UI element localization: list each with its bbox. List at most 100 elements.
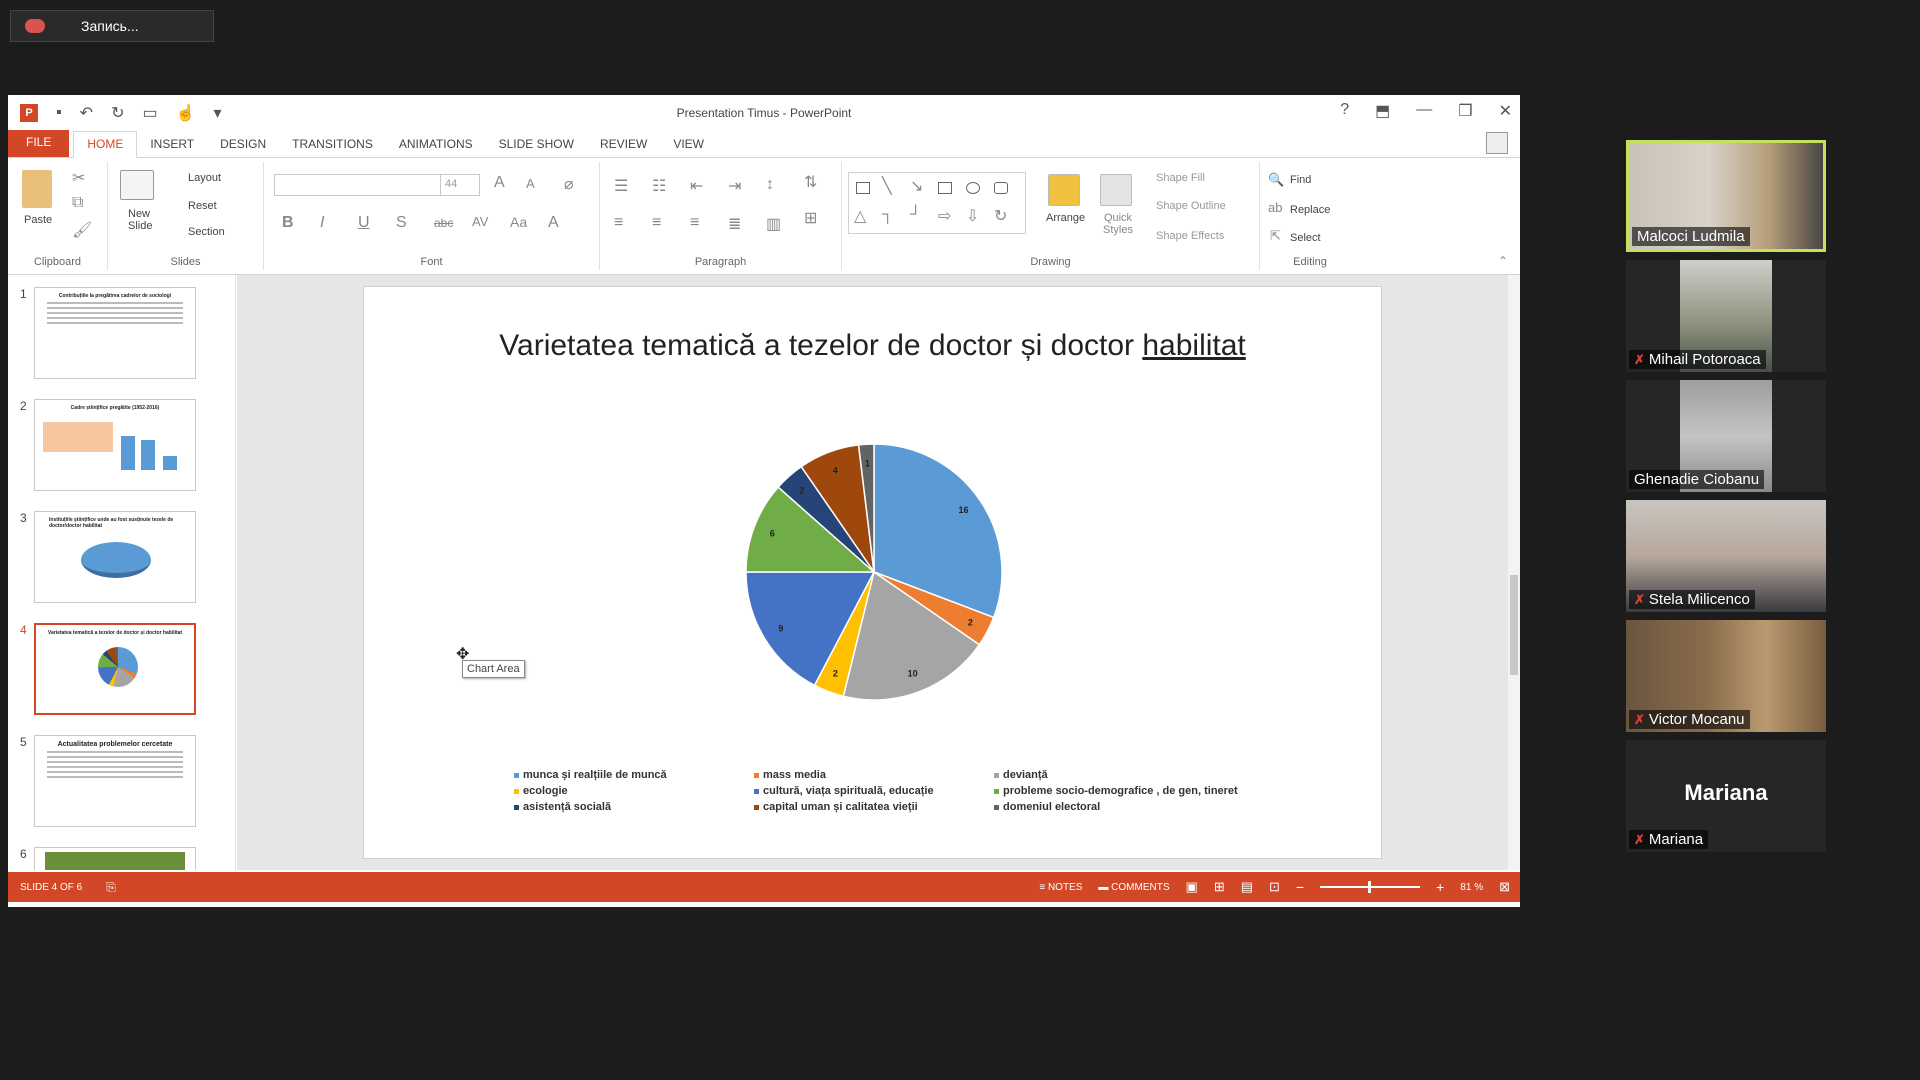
tab-transitions[interactable]: TRANSITIONS [279,137,386,157]
tab-review[interactable]: REVIEW [587,137,660,157]
arrange-button[interactable]: Arrange [1046,212,1085,224]
slide-thumbnail-6[interactable] [34,847,196,870]
participant-tile[interactable]: ✗ Mihail Potoroaca [1626,260,1826,372]
reset-button[interactable]: Reset [188,200,217,212]
paste-icon[interactable] [22,170,52,208]
account-icon[interactable] [1486,132,1508,154]
slide-thumbnail-3[interactable]: Instituțiile științifice unde au fost su… [34,511,196,603]
shrink-font-icon[interactable]: A [526,176,535,191]
new-slide-icon[interactable] [120,170,154,200]
collapse-ribbon-icon[interactable]: ⌃ [1498,254,1508,268]
replace-button[interactable]: Replace [1290,204,1330,216]
zoom-in-icon[interactable]: + [1436,879,1444,895]
legend-item[interactable]: munca și realțiile de muncă [514,769,754,781]
reading-view-icon[interactable]: ▤ [1241,879,1253,895]
slide-thumbnail-2[interactable]: Cadre științifice pregătite (1952-2016) [34,399,196,491]
new-slide-button[interactable]: New Slide [128,208,168,232]
elbow-connector-icon[interactable]: ┐ [882,206,893,224]
shape-fill-button[interactable]: Shape Fill [1156,172,1205,184]
line-spacing-icon[interactable]: ↕ [766,176,774,194]
text-direction-icon[interactable]: ⇅ [804,172,817,192]
slide-thumbnail-5[interactable]: Actualitatea problemelor cercetate [34,735,196,827]
fit-slide-icon[interactable]: ⊠ [1499,879,1510,895]
right-arrow-shape-icon[interactable]: ⇨ [938,206,951,226]
tab-view[interactable]: VIEW [660,137,717,157]
cut-icon[interactable]: ✂ [72,168,85,188]
elbow-arrow-icon[interactable]: ┘ [910,206,921,224]
ribbon-display-icon[interactable]: ⬒ [1375,101,1390,121]
text-shadow-icon[interactable]: S [396,214,407,232]
pie-chart[interactable]: 16 2 10 2 9 6 2 4 1 [714,412,1034,732]
decrease-indent-icon[interactable]: ⇤ [690,176,703,196]
font-name-field[interactable] [274,174,442,196]
recording-indicator[interactable]: Запись... [10,10,214,42]
align-left-icon[interactable]: ≡ [614,214,623,232]
arrange-icon[interactable] [1048,174,1080,206]
slide-canvas[interactable]: Varietatea tematică a tezelor de doctor … [363,286,1382,859]
tab-insert[interactable]: INSERT [137,137,207,157]
legend-item[interactable]: probleme socio-demografice , de gen, tin… [994,785,1294,797]
normal-view-icon[interactable]: ▣ [1186,879,1198,895]
slide-show-icon[interactable]: ⊡ [1269,879,1280,895]
zoom-out-icon[interactable]: − [1296,879,1304,895]
legend-item[interactable]: ecologie [514,785,754,797]
vertical-scrollbar[interactable] [1508,275,1520,870]
line-shape-icon[interactable]: ╲ [882,176,892,196]
quick-styles-icon[interactable] [1100,174,1132,206]
slide-title[interactable]: Varietatea tematică a tezelor de doctor … [364,329,1381,363]
slide-sorter-icon[interactable]: ⊞ [1214,879,1225,895]
legend-item[interactable]: devianță [994,769,1294,781]
rectangle-shape-icon[interactable] [938,182,952,194]
zoom-slider[interactable] [1320,881,1421,893]
chart-legend[interactable]: munca și realțiile de muncă mass media dev… [514,769,1294,813]
italic-icon[interactable]: I [320,214,324,232]
underline-icon[interactable]: U [358,214,370,232]
down-arrow-shape-icon[interactable]: ⇩ [966,206,979,226]
legend-item[interactable]: capital uman și calitatea vieții [754,801,994,813]
tab-design[interactable]: DESIGN [207,137,279,157]
shape-effects-button[interactable]: Shape Effects [1156,230,1224,242]
shape-outline-button[interactable]: Shape Outline [1156,200,1226,212]
character-spacing-icon[interactable]: AV [472,214,488,229]
arrow-shape-icon[interactable]: ↘ [910,176,923,196]
spell-check-icon[interactable]: ⎘ [106,880,116,895]
quick-styles-button[interactable]: Quick Styles [1098,212,1138,236]
minimize-icon[interactable]: — [1416,101,1432,121]
bullets-icon[interactable]: ☰ [614,176,628,196]
align-right-icon[interactable]: ≡ [690,214,699,232]
textbox-shape-icon[interactable] [856,182,870,194]
notes-button[interactable]: ≡ NOTES [1039,882,1082,893]
align-center-icon[interactable]: ≡ [652,214,661,232]
participant-tile[interactable]: ✗ Victor Mocanu [1626,620,1826,732]
close-icon[interactable]: ✕ [1499,101,1512,121]
help-icon[interactable]: ? [1340,101,1349,121]
legend-item[interactable]: cultură, viața spirituală, educație [754,785,994,797]
participant-tile[interactable]: Ghenadie Ciobanu [1626,380,1826,492]
font-color-icon[interactable]: A [548,214,559,232]
strikethrough-icon[interactable]: abc [434,216,453,230]
find-button[interactable]: Find [1290,174,1311,186]
tab-slide-show[interactable]: SLIDE SHOW [486,137,587,157]
select-button[interactable]: Select [1290,232,1321,244]
legend-item[interactable]: domeniul electoral [994,801,1294,813]
participant-tile[interactable]: ✗ Stela Milicenco [1626,500,1826,612]
tab-home[interactable]: HOME [73,131,138,158]
rounded-rectangle-shape-icon[interactable] [994,182,1008,194]
legend-item[interactable]: mass media [754,769,994,781]
participant-tile[interactable]: Mariana ✗ Mariana [1626,740,1826,852]
curve-shape-icon[interactable]: ↻ [994,206,1007,226]
copy-icon[interactable]: ⧉ [72,194,83,212]
bold-icon[interactable]: B [282,214,294,232]
smartart-icon[interactable]: ⊞ [804,208,817,228]
oval-shape-icon[interactable] [966,182,980,194]
tab-file[interactable]: FILE [8,129,70,157]
triangle-shape-icon[interactable]: △ [854,206,866,226]
tab-animations[interactable]: ANIMATIONS [386,137,486,157]
clear-formatting-icon[interactable]: ⌀ [564,174,574,194]
grow-font-icon[interactable]: A [494,174,505,192]
change-case-icon[interactable]: Aa [510,214,527,230]
justify-icon[interactable]: ≣ [728,214,741,234]
comments-button[interactable]: ▬ COMMENTS [1098,882,1169,893]
slide-thumbnail-1[interactable]: Contribuțiile la pregătirea cadrelor de … [34,287,196,379]
slide-thumbnail-4[interactable]: Varietatea tematică a tezelor de doctor … [34,623,196,715]
